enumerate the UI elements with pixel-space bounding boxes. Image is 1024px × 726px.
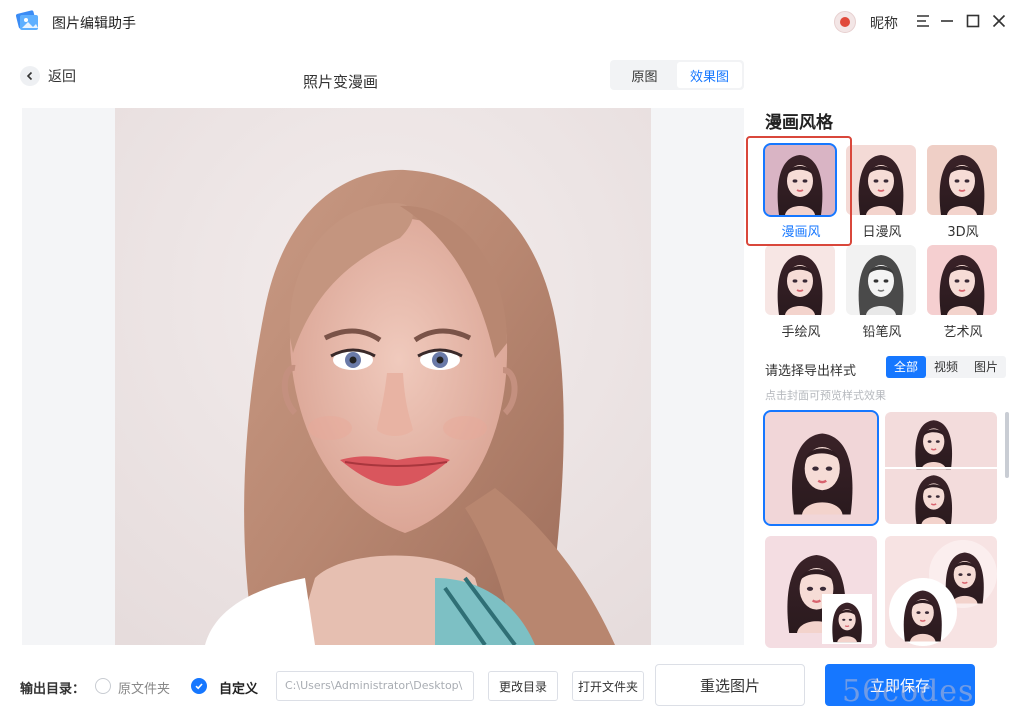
export-template-2[interactable]: [885, 412, 997, 524]
style-art-thumb: [927, 245, 997, 315]
chevron-left-icon: [20, 66, 40, 86]
minimize-icon[interactable]: [936, 10, 958, 32]
style-japanese[interactable]: 日漫风: [846, 145, 918, 240]
tab-effect[interactable]: 效果图: [677, 62, 742, 88]
menu-icon[interactable]: [912, 10, 934, 32]
close-icon[interactable]: [988, 10, 1010, 32]
output-path-field[interactable]: C:\Users\Administrator\Desktop\: [276, 671, 474, 701]
filter-video[interactable]: 视频: [926, 356, 966, 378]
image-preview: [22, 108, 744, 645]
export-template-4[interactable]: [885, 536, 997, 648]
app-window: 图片编辑助手 昵称 返回 照片变漫画 原图 效果图 漫画风格 漫画风 日漫风 3…: [0, 0, 1024, 726]
export-template-3[interactable]: [765, 536, 877, 648]
style-3d-thumb: [927, 145, 997, 215]
style-japanese-label: 日漫风: [862, 225, 902, 240]
app-title: 图片编辑助手: [52, 16, 136, 32]
app-logo-icon: [15, 10, 38, 30]
reselect-image-button[interactable]: 重选图片: [655, 664, 805, 706]
radio-original-folder[interactable]: [95, 678, 111, 694]
export-template-1[interactable]: [763, 410, 879, 526]
style-art[interactable]: 艺术风: [927, 245, 999, 340]
style-pencil-thumb: [846, 245, 916, 315]
export-style-label: 请选择导出样式: [765, 364, 857, 379]
option-custom-label: 自定义: [219, 682, 259, 697]
panel-scrollbar[interactable]: [1005, 412, 1009, 478]
filter-image[interactable]: 图片: [966, 356, 1006, 378]
export-filter-tabs: 全部 视频 图片: [886, 356, 1007, 378]
title-bar: 图片编辑助手 昵称: [0, 0, 1024, 44]
style-handdrawn-label: 手绘风: [781, 325, 821, 340]
tab-original[interactable]: 原图: [612, 62, 677, 88]
page-title: 照片变漫画: [303, 73, 379, 91]
style-japanese-thumb: [846, 145, 916, 215]
style-comic-thumb: [763, 143, 837, 217]
back-label: 返回: [48, 69, 76, 85]
check-icon: [195, 683, 203, 690]
open-folder-button[interactable]: 打开文件夹: [572, 671, 644, 701]
style-3d[interactable]: 3D风: [927, 145, 999, 240]
radio-custom-folder[interactable]: [191, 678, 207, 694]
style-pencil[interactable]: 铅笔风: [846, 245, 918, 340]
portrait-image: [115, 108, 651, 645]
maximize-icon[interactable]: [962, 10, 984, 32]
preview-hint: 点击封面可预览样式效果: [765, 389, 886, 402]
output-dir-label: 输出目录：: [20, 682, 86, 697]
style-pencil-label: 铅笔风: [862, 325, 902, 340]
style-panel-title: 漫画风格: [765, 113, 833, 133]
style-3d-label: 3D风: [947, 225, 979, 240]
style-comic-label: 漫画风: [781, 225, 821, 240]
view-toggle: 原图 效果图: [610, 60, 744, 90]
style-handdrawn-thumb: [765, 245, 835, 315]
style-handdrawn[interactable]: 手绘风: [765, 245, 837, 340]
change-dir-button[interactable]: 更改目录: [488, 671, 558, 701]
option-original-label: 原文件夹: [118, 682, 171, 697]
back-button[interactable]: 返回: [20, 64, 76, 88]
style-art-label: 艺术风: [943, 325, 983, 340]
style-comic[interactable]: 漫画风: [763, 143, 837, 240]
user-name[interactable]: 昵称: [870, 13, 898, 33]
user-avatar[interactable]: [834, 11, 856, 33]
save-now-button[interactable]: 立即保存: [825, 664, 975, 706]
filter-all[interactable]: 全部: [886, 356, 927, 378]
